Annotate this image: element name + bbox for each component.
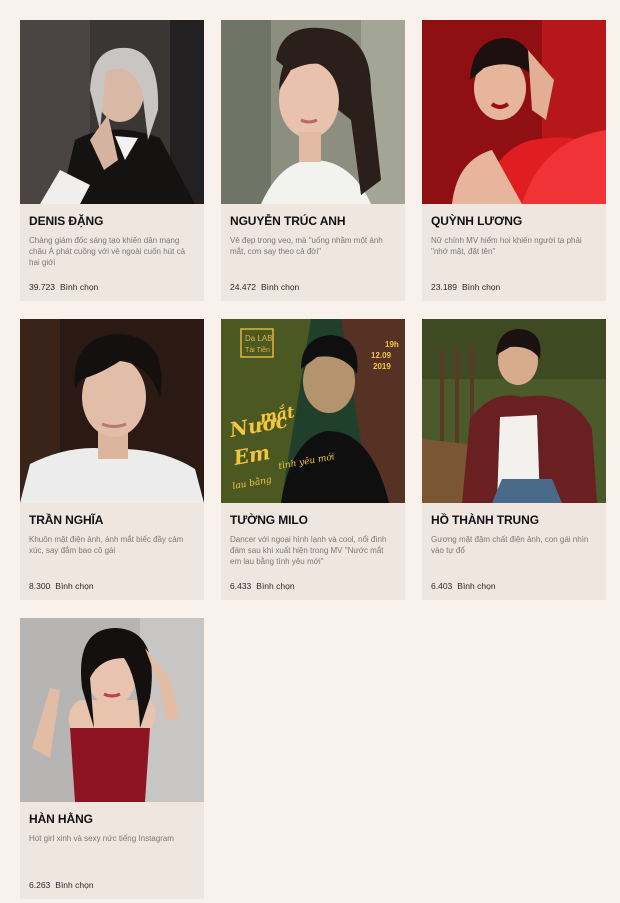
vote-button[interactable]: Bình chọn bbox=[60, 282, 98, 292]
candidate-name[interactable]: TƯỜNG MILO bbox=[230, 513, 396, 527]
candidate-card[interactable]: TRẦN NGHĨA Khuôn mặt điện ảnh, ánh mắt b… bbox=[20, 319, 204, 600]
candidate-name[interactable]: QUỲNH LƯƠNG bbox=[431, 214, 597, 228]
candidate-info: TRẦN NGHĨA Khuôn mặt điện ảnh, ánh mắt b… bbox=[20, 503, 204, 600]
candidate-card[interactable]: HÀN HẰNG Hot girl xinh và sexy nức tiếng… bbox=[20, 618, 204, 899]
vote-button[interactable]: Bình chọn bbox=[462, 282, 500, 292]
vote-count-row: 24.472 Bình chọn bbox=[230, 282, 299, 292]
portrait-image bbox=[221, 20, 405, 204]
vote-button[interactable]: Bình chọn bbox=[457, 581, 495, 591]
candidate-description: Dancer với ngoại hình lạnh và cool, nổi … bbox=[230, 535, 387, 566]
poster-brand-text: Tài Tiền bbox=[245, 345, 270, 354]
candidate-photo[interactable] bbox=[221, 20, 405, 204]
candidate-photo[interactable] bbox=[20, 20, 204, 204]
candidate-photo[interactable] bbox=[422, 20, 606, 204]
vote-count: 24.472 bbox=[230, 282, 256, 292]
candidate-card[interactable]: QUỲNH LƯƠNG Nữ chính MV hiếm hoi khiến n… bbox=[422, 20, 606, 301]
mv-poster-image: Da LAB Tài Tiền 19h 12.09 2019 Nước mắt … bbox=[221, 319, 405, 503]
vote-button[interactable]: Bình chọn bbox=[256, 581, 294, 591]
candidate-grid: DENIS ĐẶNG Chàng giám đốc sáng tạo khiến… bbox=[20, 20, 606, 899]
vote-count-row: 39.723 Bình chọn bbox=[29, 282, 98, 292]
candidate-card[interactable]: Da LAB Tài Tiền 19h 12.09 2019 Nước mắt … bbox=[221, 319, 405, 600]
candidate-photo[interactable]: Da LAB Tài Tiền 19h 12.09 2019 Nước mắt … bbox=[221, 319, 405, 503]
candidate-info: QUỲNH LƯƠNG Nữ chính MV hiếm hoi khiến n… bbox=[422, 204, 606, 301]
candidate-description: Gương mặt đậm chất điện ảnh, con gái nhì… bbox=[431, 535, 589, 555]
vote-count: 6.403 bbox=[431, 581, 453, 591]
candidate-photo[interactable] bbox=[20, 319, 204, 503]
vote-count: 39.723 bbox=[29, 282, 55, 292]
candidate-name[interactable]: HÀN HẰNG bbox=[29, 812, 195, 826]
candidate-photo[interactable] bbox=[422, 319, 606, 503]
poster-brand-text: Da LAB bbox=[245, 334, 273, 343]
candidate-info: DENIS ĐẶNG Chàng giám đốc sáng tạo khiến… bbox=[20, 204, 204, 301]
candidate-name[interactable]: NGUYỄN TRÚC ANH bbox=[230, 214, 396, 228]
candidate-card[interactable]: DENIS ĐẶNG Chàng giám đốc sáng tạo khiến… bbox=[20, 20, 204, 301]
poster-year: 2019 bbox=[373, 362, 391, 371]
portrait-image bbox=[422, 20, 606, 204]
vote-button[interactable]: Bình chọn bbox=[261, 282, 299, 292]
vote-count-row: 8.300 Bình chọn bbox=[29, 581, 94, 591]
portrait-image bbox=[20, 319, 204, 503]
poster-date: 12.09 bbox=[371, 351, 392, 360]
candidate-description: Chàng giám đốc sáng tạo khiến dân mạng c… bbox=[29, 236, 186, 267]
candidate-description: Vẻ đẹp trong veo, mà "uống nhầm một ánh … bbox=[230, 236, 383, 256]
candidate-info: NGUYỄN TRÚC ANH Vẻ đẹp trong veo, mà "uố… bbox=[221, 204, 405, 301]
portrait-image bbox=[422, 319, 606, 503]
candidate-description: Khuôn mặt điện ảnh, ánh mắt biếc đầy cảm… bbox=[29, 535, 184, 555]
candidate-name[interactable]: DENIS ĐẶNG bbox=[29, 214, 195, 228]
portrait-image bbox=[20, 618, 204, 802]
candidate-info: TƯỜNG MILO Dancer với ngoại hình lạnh và… bbox=[221, 503, 405, 600]
candidate-name[interactable]: TRẦN NGHĨA bbox=[29, 513, 195, 527]
portrait-image bbox=[20, 20, 204, 204]
vote-count-row: 23.189 Bình chọn bbox=[431, 282, 500, 292]
vote-button[interactable]: Bình chọn bbox=[55, 880, 93, 890]
vote-count: 8.300 bbox=[29, 581, 51, 591]
candidate-description: Hot girl xinh và sexy nức tiếng Instagra… bbox=[29, 834, 174, 843]
vote-count: 6.263 bbox=[29, 880, 51, 890]
candidate-card[interactable]: NGUYỄN TRÚC ANH Vẻ đẹp trong veo, mà "uố… bbox=[221, 20, 405, 301]
vote-button[interactable]: Bình chọn bbox=[55, 581, 93, 591]
vote-count: 23.189 bbox=[431, 282, 457, 292]
candidate-photo[interactable] bbox=[20, 618, 204, 802]
candidate-info: HÀN HẰNG Hot girl xinh và sexy nức tiếng… bbox=[20, 802, 204, 899]
vote-count-row: 6.433 Bình chọn bbox=[230, 581, 295, 591]
candidate-info: HỒ THÀNH TRUNG Gương mặt đậm chất điện ả… bbox=[422, 503, 606, 600]
candidate-description: Nữ chính MV hiếm hoi khiến người ta phải… bbox=[431, 236, 582, 256]
vote-count-row: 6.263 Bình chọn bbox=[29, 880, 94, 890]
candidate-name[interactable]: HỒ THÀNH TRUNG bbox=[431, 513, 597, 527]
vote-count: 6.433 bbox=[230, 581, 252, 591]
poster-time: 19h bbox=[385, 340, 399, 349]
candidate-card[interactable]: HỒ THÀNH TRUNG Gương mặt đậm chất điện ả… bbox=[422, 319, 606, 600]
vote-count-row: 6.403 Bình chọn bbox=[431, 581, 496, 591]
